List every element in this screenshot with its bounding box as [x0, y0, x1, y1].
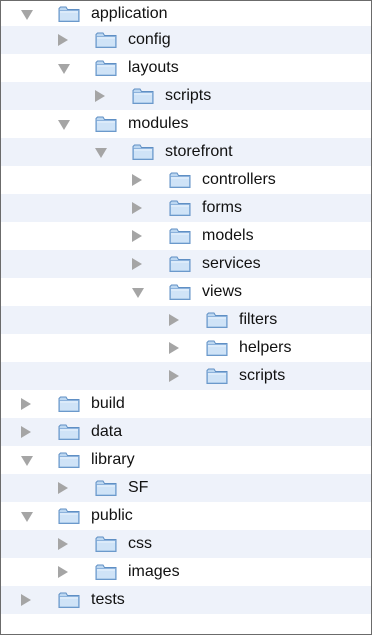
- folder-name: application: [91, 5, 168, 22]
- tree-row[interactable]: images: [1, 558, 371, 586]
- folder-name: modules: [128, 115, 189, 132]
- folder-icon: [169, 255, 191, 273]
- folder-name: library: [91, 451, 135, 468]
- folder-name: public: [91, 507, 133, 524]
- disclosure-triangle-closed-icon[interactable]: [21, 398, 31, 410]
- folder-icon: [95, 31, 117, 49]
- disclosure-triangle-open-icon[interactable]: [21, 512, 33, 522]
- disclosure-triangle-closed-icon[interactable]: [21, 426, 31, 438]
- tree-row[interactable]: storefront: [1, 138, 371, 166]
- tree-row[interactable]: scripts: [1, 362, 371, 390]
- folder-icon: [206, 339, 228, 357]
- folder-icon: [206, 367, 228, 385]
- tree-row[interactable]: helpers: [1, 334, 371, 362]
- disclosure-triangle-open-icon[interactable]: [95, 148, 107, 158]
- folder-icon: [58, 5, 80, 23]
- folder-icon: [58, 591, 80, 609]
- disclosure-triangle-open-icon[interactable]: [21, 456, 33, 466]
- tree-row[interactable]: modules: [1, 110, 371, 138]
- folder-icon: [169, 199, 191, 217]
- disclosure-triangle-open-icon[interactable]: [132, 288, 144, 298]
- tree-row[interactable]: layouts: [1, 54, 371, 82]
- disclosure-triangle-open-icon[interactable]: [58, 64, 70, 74]
- disclosure-triangle-closed-icon[interactable]: [58, 482, 68, 494]
- disclosure-triangle-closed-icon[interactable]: [132, 230, 142, 242]
- tree-row[interactable]: public: [1, 502, 371, 530]
- disclosure-triangle-closed-icon[interactable]: [58, 566, 68, 578]
- folder-name: layouts: [128, 59, 179, 76]
- folder-name: SF: [128, 479, 149, 496]
- folder-name: css: [128, 535, 152, 552]
- folder-name: models: [202, 227, 254, 244]
- tree-row[interactable]: scripts: [1, 82, 371, 110]
- folder-name: services: [202, 255, 261, 272]
- disclosure-triangle-closed-icon[interactable]: [21, 594, 31, 606]
- folder-icon: [169, 171, 191, 189]
- folder-name: helpers: [239, 339, 292, 356]
- tree-row[interactable]: library: [1, 446, 371, 474]
- tree-row[interactable]: build: [1, 390, 371, 418]
- folder-name: tests: [91, 591, 125, 608]
- tree-row[interactable]: tests: [1, 586, 371, 614]
- folder-icon: [58, 395, 80, 413]
- tree-row[interactable]: css: [1, 530, 371, 558]
- folder-name: config: [128, 31, 171, 48]
- tree-row[interactable]: SF: [1, 474, 371, 502]
- tree-row[interactable]: filters: [1, 306, 371, 334]
- tree-row[interactable]: data: [1, 418, 371, 446]
- folder-name: views: [202, 283, 243, 300]
- folder-icon: [95, 563, 117, 581]
- folder-name: storefront: [165, 143, 233, 160]
- tree-row[interactable]: models: [1, 222, 371, 250]
- folder-icon: [169, 283, 191, 301]
- tree-row[interactable]: application: [1, 1, 371, 26]
- disclosure-triangle-closed-icon[interactable]: [132, 174, 142, 186]
- folder-name: filters: [239, 311, 278, 328]
- folder-icon: [58, 423, 80, 441]
- folder-icon: [169, 227, 191, 245]
- disclosure-triangle-open-icon[interactable]: [21, 9, 33, 20]
- disclosure-triangle-closed-icon[interactable]: [132, 258, 142, 270]
- folder-name: data: [91, 423, 123, 440]
- disclosure-triangle-closed-icon[interactable]: [95, 90, 105, 102]
- disclosure-triangle-closed-icon[interactable]: [58, 34, 68, 46]
- tree-row[interactable]: config: [1, 26, 371, 54]
- folder-name: controllers: [202, 171, 276, 188]
- tree-row[interactable]: services: [1, 250, 371, 278]
- folder-name: scripts: [239, 367, 286, 384]
- disclosure-triangle-closed-icon[interactable]: [169, 314, 179, 326]
- tree-row[interactable]: forms: [1, 194, 371, 222]
- folder-icon: [132, 143, 154, 161]
- folder-tree: application config layouts scripts modules st…: [0, 0, 372, 635]
- folder-icon: [206, 311, 228, 329]
- folder-name: forms: [202, 199, 242, 216]
- folder-icon: [95, 115, 117, 133]
- folder-icon: [58, 451, 80, 469]
- folder-icon: [132, 87, 154, 105]
- disclosure-triangle-closed-icon[interactable]: [132, 202, 142, 214]
- disclosure-triangle-closed-icon[interactable]: [169, 342, 179, 354]
- disclosure-triangle-closed-icon[interactable]: [169, 370, 179, 382]
- disclosure-triangle-closed-icon[interactable]: [58, 538, 68, 550]
- folder-name: images: [128, 563, 180, 580]
- folder-icon: [95, 535, 117, 553]
- folder-name: build: [91, 395, 125, 412]
- folder-icon: [58, 507, 80, 525]
- folder-name: scripts: [165, 87, 212, 104]
- folder-icon: [95, 59, 117, 77]
- disclosure-triangle-open-icon[interactable]: [58, 120, 70, 130]
- tree-row[interactable]: controllers: [1, 166, 371, 194]
- tree-row[interactable]: views: [1, 278, 371, 306]
- folder-icon: [95, 479, 117, 497]
